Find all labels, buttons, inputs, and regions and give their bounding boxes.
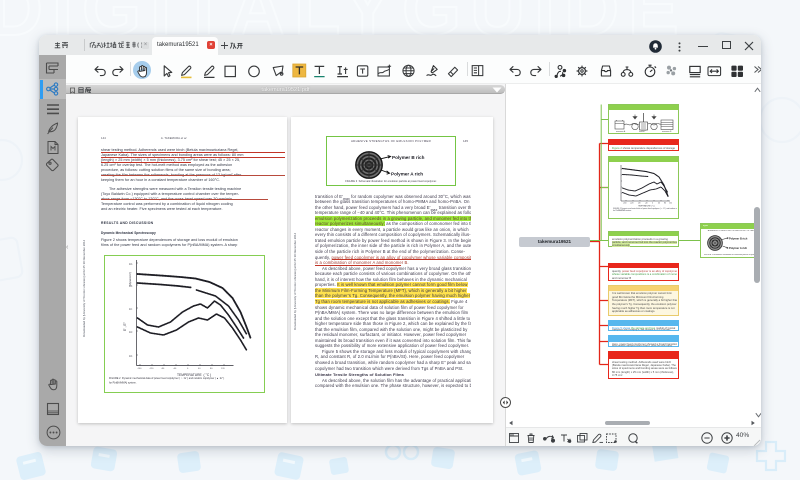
svg-text:10⁵: 10⁵ [129,354,133,358]
svg-text:-160: -160 [623,203,626,205]
svg-text:120: 120 [221,368,225,370]
svg-text:10⁷: 10⁷ [129,307,133,311]
svg-text:Polymer B rich: Polymer B rich [729,237,748,241]
svg-text:Polymer B rich: Polymer B rich [392,155,425,160]
svg-text:40: 40 [658,203,660,205]
svg-text:Polymer A rich: Polymer A rich [391,172,423,177]
svg-text:reactor: reactor [639,130,645,133]
svg-text:for P(nBA/MMA) system.: for P(nBA/MMA) system. [613,209,632,211]
svg-text:40: 40 [198,368,201,370]
svg-text:10⁹: 10⁹ [129,262,133,266]
svg-text:E′ , E″: E′ , E″ [123,321,127,331]
svg-text:10⁸: 10⁸ [129,284,133,288]
svg-text:-80: -80 [161,368,165,370]
svg-text:80: 80 [210,368,213,370]
svg-text:0: 0 [187,368,189,370]
svg-text:-40: -40 [173,368,177,370]
svg-text:-120: -120 [149,368,154,370]
svg-text:monomer A: monomer A [616,130,626,133]
svg-text:-160: -160 [137,368,142,370]
svg-text:Polymer A rich: Polymer A rich [729,246,748,250]
svg-text:80: 80 [664,203,666,205]
svg-text:monomer B: monomer B [662,131,672,133]
svg-text:-40: -40 [645,203,648,205]
svg-text:0: 0 [652,203,653,205]
svg-text:for P(nBA/MMA) system.: for P(nBA/MMA) system. [109,382,137,385]
svg-text:-80: -80 [638,203,641,205]
svg-text:-120: -120 [630,203,633,205]
svg-text:120: 120 [669,203,672,205]
svg-text:FIGURE 2 Dynamic mechanical d: FIGURE 2 Dynamic mechanical data of powe… [109,377,224,380]
svg-text:10⁶: 10⁶ [129,330,133,334]
svg-text:(dyne/cm²): (dyne/cm²) [128,272,132,286]
